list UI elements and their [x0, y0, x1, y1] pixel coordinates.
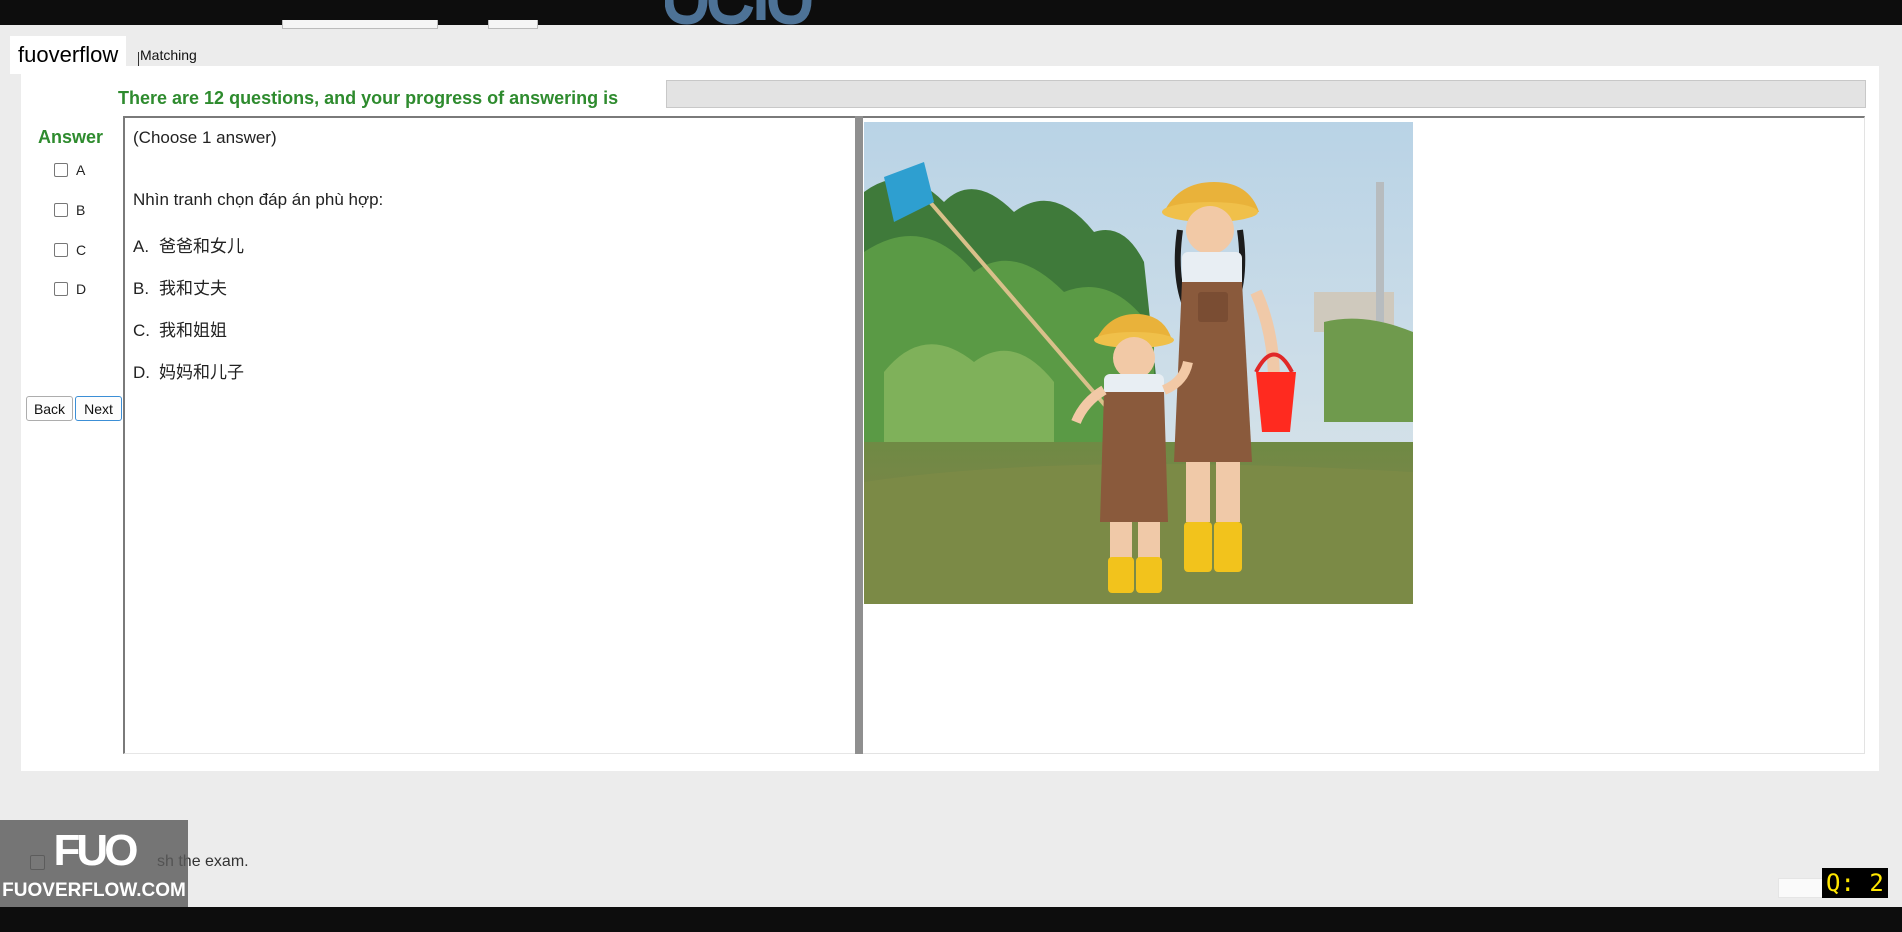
pane-splitter[interactable]: [855, 116, 863, 754]
question-choice: B. 我和丈夫: [133, 274, 227, 299]
watermark-logo: FUO FUOVERFLOW.COM: [0, 820, 188, 907]
choice-text: 我和丈夫: [159, 279, 227, 298]
question-counter: Q: 2: [1822, 868, 1888, 898]
question-choice: C. 我和姐姐: [133, 316, 227, 341]
answer-option-label: C: [76, 242, 87, 258]
choice-letter: D.: [133, 363, 150, 382]
answer-option-d[interactable]: D: [54, 281, 86, 297]
answer-heading: Answer: [38, 127, 104, 147]
answer-option-b[interactable]: B: [54, 202, 85, 218]
question-prompt: Nhìn tranh chọn đáp án phù hợp:: [133, 190, 384, 209]
next-button[interactable]: Next: [75, 396, 122, 421]
progress-label: There are 12 questions, and your progres…: [118, 88, 619, 108]
question-choice: A. 爸爸和女儿: [133, 232, 244, 257]
question-hint: (Choose 1 answer): [133, 128, 277, 147]
checkbox-b[interactable]: [54, 203, 68, 217]
header-logo-partial: [665, 0, 825, 32]
tab-matching[interactable]: Matching: [140, 47, 197, 63]
checkbox-a[interactable]: [54, 163, 68, 177]
answer-option-label: D: [76, 281, 87, 297]
back-button[interactable]: Back: [26, 396, 73, 421]
watermark-sub-text: FUOVERFLOW.COM: [2, 880, 186, 901]
choice-text: 妈妈和儿子: [159, 363, 244, 382]
answer-option-c[interactable]: C: [54, 242, 86, 258]
checkbox-c[interactable]: [54, 243, 68, 257]
answer-option-label: A: [76, 162, 86, 178]
answer-option-label: B: [76, 202, 86, 218]
progress-bar: [666, 80, 1866, 108]
header-field-partial: [488, 20, 538, 29]
image-pane: [863, 116, 1865, 754]
choice-letter: B.: [133, 279, 150, 298]
header-dropdown-partial: [282, 20, 438, 29]
question-pane: (Choose 1 answer) Nhìn tranh chọn đáp án…: [123, 116, 855, 754]
choice-letter: A.: [133, 237, 150, 256]
watermark-main-text: FUO: [53, 826, 139, 875]
choice-letter: C.: [133, 321, 150, 340]
checkbox-d[interactable]: [54, 282, 68, 296]
choice-text: 爸爸和女儿: [159, 237, 244, 256]
bottom-black-bar: [0, 907, 1902, 932]
answer-option-a[interactable]: A: [54, 162, 85, 178]
question-photo: [864, 122, 1413, 604]
header-logo-icon: [665, 0, 812, 25]
choice-text: 我和姐姐: [159, 321, 227, 340]
question-choice: D. 妈妈和儿子: [133, 358, 244, 383]
